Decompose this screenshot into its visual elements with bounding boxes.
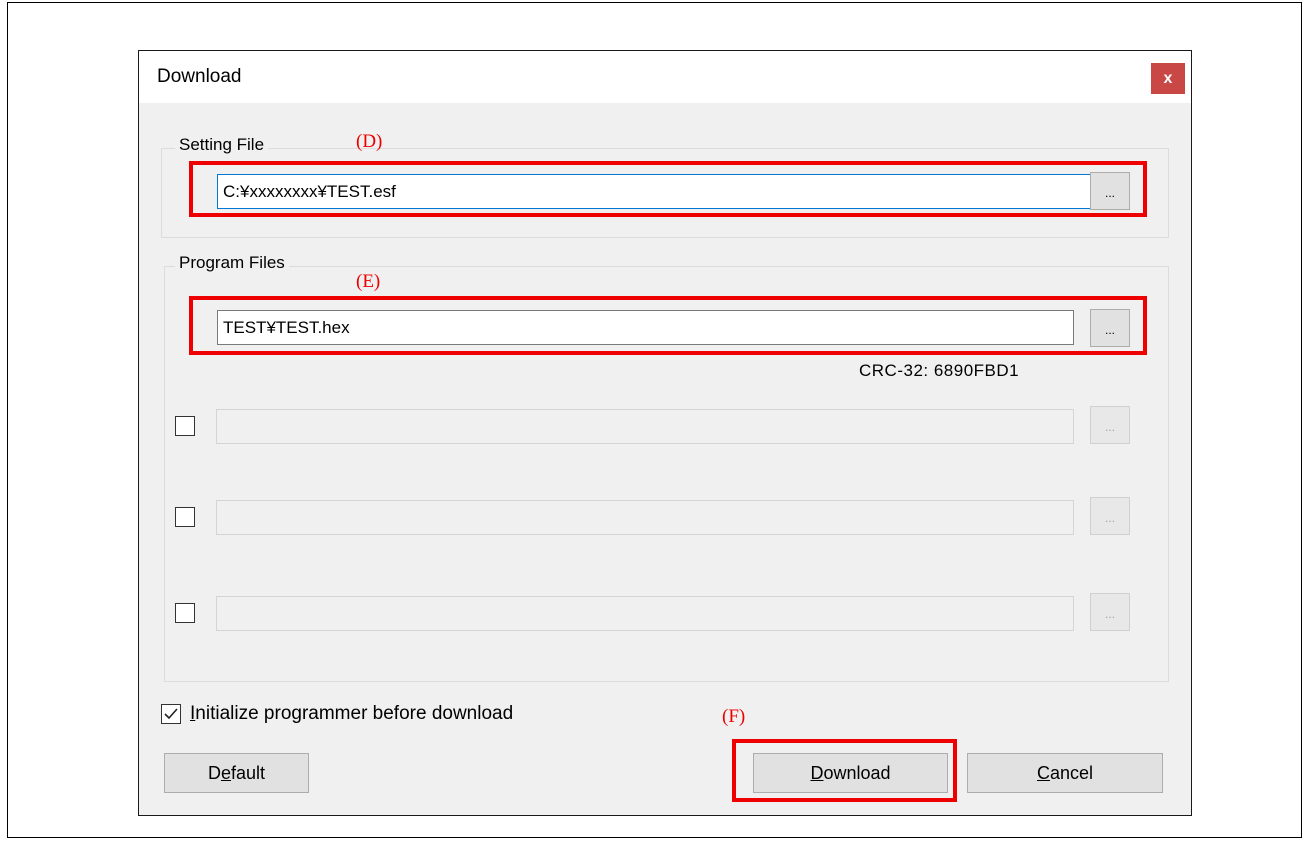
annotation-label-d: (D) bbox=[356, 131, 383, 152]
program-file-2-input bbox=[216, 409, 1074, 444]
setting-file-label: Setting File bbox=[175, 135, 269, 155]
dialog-title: Download bbox=[157, 66, 242, 87]
close-button[interactable]: x bbox=[1151, 63, 1185, 94]
annotation-label-e: (E) bbox=[356, 271, 381, 292]
program-file-4-input bbox=[216, 596, 1074, 631]
program-file-3-browse-button: ... bbox=[1090, 497, 1130, 535]
close-icon: x bbox=[1163, 69, 1173, 87]
initialize-checkbox[interactable] bbox=[161, 704, 181, 724]
program-file-3-checkbox[interactable] bbox=[175, 507, 195, 527]
figure-frame: Download x Setting File C:¥xxxxxxxx¥TEST… bbox=[7, 2, 1302, 838]
title-bar: Download x bbox=[139, 51, 1191, 103]
annotation-label-f: (F) bbox=[722, 706, 746, 727]
program-file-3-input bbox=[216, 500, 1074, 535]
program-file-4-checkbox[interactable] bbox=[175, 603, 195, 623]
initialize-label[interactable]: Initialize programmer before download bbox=[190, 703, 513, 725]
cancel-button[interactable]: Cancel bbox=[967, 753, 1163, 793]
crc-readout: CRC-32: 6890FBD1 bbox=[859, 361, 1020, 380]
default-button[interactable]: Default bbox=[164, 753, 309, 793]
program-files-label: Program Files bbox=[175, 253, 289, 273]
program-file-2-checkbox[interactable] bbox=[175, 416, 195, 436]
annotation-box-f bbox=[732, 739, 957, 802]
program-file-4-browse-button: ... bbox=[1090, 593, 1130, 631]
annotation-box-d bbox=[189, 161, 1147, 217]
annotation-box-e bbox=[189, 296, 1147, 355]
checkmark-icon bbox=[164, 708, 178, 720]
program-file-2-browse-button: ... bbox=[1090, 406, 1130, 444]
